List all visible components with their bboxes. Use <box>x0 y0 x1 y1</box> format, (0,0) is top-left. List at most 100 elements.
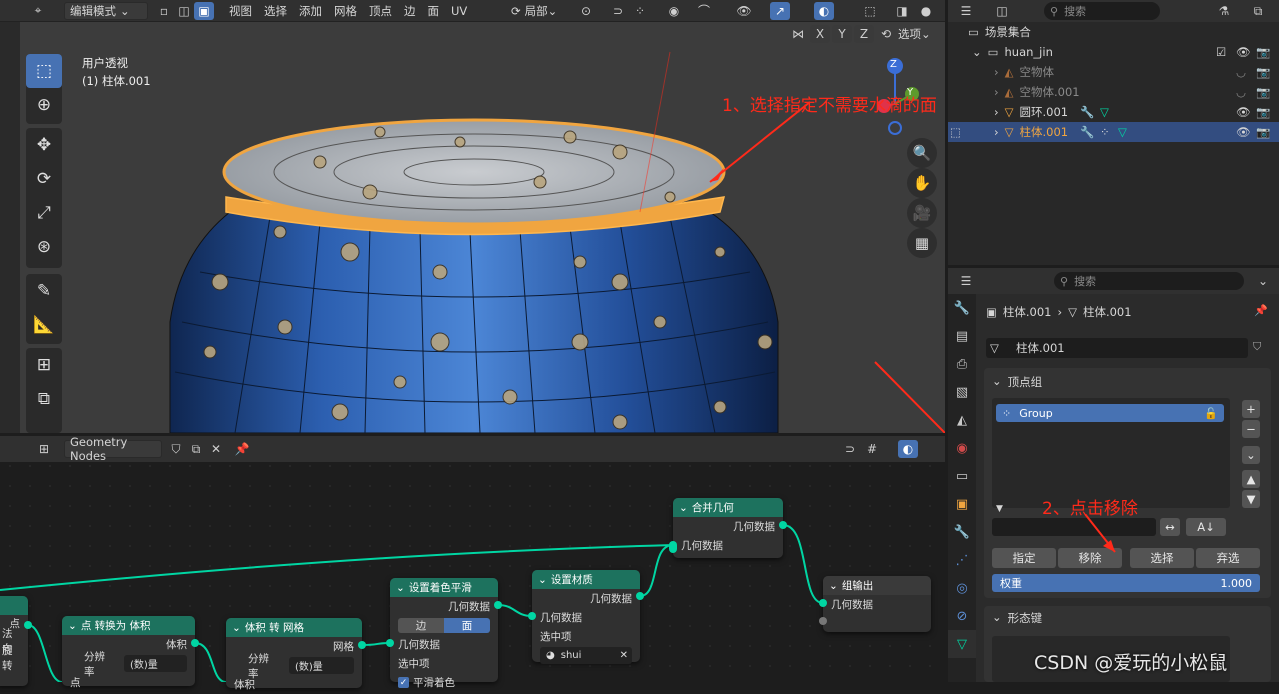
snap-target-icon[interactable]: # <box>862 440 882 458</box>
node-left-partial[interactable]: 点 法向 旋转 <box>0 596 28 686</box>
outliner-search[interactable]: ⚲ 搜索 <box>1044 2 1160 20</box>
properties-editor-icon[interactable]: ☰ <box>956 272 976 290</box>
camera-icon[interactable]: 📷 <box>1256 105 1270 119</box>
socket-dot[interactable] <box>494 601 502 609</box>
vertex-select-icon[interactable]: ▫ <box>154 2 174 20</box>
select-box-tool[interactable]: ⬚ <box>26 54 62 88</box>
eye-closed-icon[interactable]: ◡ <box>1236 85 1246 99</box>
cursor-tool[interactable]: ⊕ <box>26 88 62 122</box>
outliner-row-torus[interactable]: › ▽ 圆环.001 🔧 ▽ 👁 📷 <box>948 102 1279 122</box>
object-tab[interactable]: ▣ <box>948 490 976 518</box>
duplicate-icon[interactable]: ⧉ <box>186 440 206 458</box>
outliner-row-cylinder[interactable]: ⬚ › ▽ 柱体.001 🔧 ⁘ ▽ 👁 📷 <box>948 122 1279 142</box>
axis-y-toggle[interactable]: Y <box>832 25 852 43</box>
overlay-icon[interactable]: ◐ <box>898 440 918 458</box>
perspective-button[interactable]: ▦ <box>907 228 937 258</box>
face-select-icon[interactable]: ▣ <box>194 1 214 20</box>
node-set-material[interactable]: ⌄ 设置材质 几何数据 几何数据 选中项 ◕ shui ✕ <box>532 570 640 664</box>
pin-icon[interactable]: 📌 <box>232 440 252 458</box>
transform-tool[interactable]: ⊛ <box>26 230 62 264</box>
gizmo-icon[interactable]: ↗ <box>770 1 790 20</box>
deselect-button[interactable]: 弃选 <box>1196 548 1260 568</box>
menu-edge[interactable]: 边 <box>399 2 421 20</box>
material-field[interactable]: ◕ shui ✕ <box>540 647 632 664</box>
mesh-datablock-field[interactable]: ▽ 柱体.001 <box>986 338 1248 358</box>
node-volume-to-mesh[interactable]: ⌄ 体积 转 网格 网格 分辨率 (数)量 体积 <box>226 618 362 691</box>
annotate-tool[interactable]: ✎ <box>26 274 62 308</box>
socket-dot[interactable] <box>779 521 787 529</box>
outliner-row-empty-001[interactable]: › ◭ 空物体.001 ◡ 📷 <box>948 82 1279 102</box>
snap-icon[interactable]: ⊃ <box>840 440 860 458</box>
remove-group-button[interactable]: − <box>1242 420 1260 438</box>
pivot-icon[interactable]: ⊙ <box>576 2 596 20</box>
particles-tab[interactable]: ⋰ <box>948 546 976 574</box>
menu-face[interactable]: 面 <box>423 2 445 20</box>
editor-type-icon[interactable]: ⌖ <box>28 2 48 20</box>
pan-button[interactable]: ✋ <box>907 168 937 198</box>
assign-button[interactable]: 指定 <box>992 548 1056 568</box>
select-button[interactable]: 选择 <box>1130 548 1194 568</box>
resolution-select[interactable]: (数)量 <box>288 657 354 674</box>
tool-tab[interactable]: 🔧 <box>948 294 976 322</box>
fake-user-icon[interactable]: ⛉ <box>166 440 186 458</box>
world-tab[interactable]: ◉ <box>948 434 976 462</box>
checkbox-icon[interactable]: ✓ <box>398 677 409 688</box>
socket-dot[interactable] <box>386 639 394 647</box>
checkbox-icon[interactable]: ☑ <box>1216 45 1226 59</box>
menu-select[interactable]: 选择 <box>259 2 292 20</box>
falloff-icon[interactable]: ⌒ <box>694 2 714 20</box>
mirror-icon[interactable]: ⋈ <box>788 25 808 43</box>
shape-keys-header[interactable]: ⌄ 形态键 <box>992 610 1042 626</box>
close-icon[interactable]: ✕ <box>206 440 226 458</box>
eye-icon[interactable]: 👁 <box>1236 45 1251 59</box>
physics-tab[interactable]: ◎ <box>948 574 976 602</box>
new-collection-icon[interactable]: ⧉ <box>1248 2 1268 20</box>
mesh-data-tab[interactable]: ▽ <box>948 630 976 658</box>
outliner-row-empty[interactable]: › ◭ 空物体 ◡ 📷 <box>948 62 1279 82</box>
move-down-button[interactable]: ▼ <box>1242 490 1260 508</box>
scale-tool[interactable]: ⤢ <box>26 196 62 230</box>
group-filter-field[interactable] <box>992 518 1156 536</box>
shading-solid-icon[interactable]: ● <box>916 2 936 20</box>
menu-mesh[interactable]: 网格 <box>329 2 362 20</box>
eye-icon[interactable]: 👁 <box>1236 125 1251 139</box>
add-group-button[interactable]: + <box>1242 400 1260 418</box>
camera-icon[interactable]: 📷 <box>1256 85 1270 99</box>
add-cube-tool[interactable]: ⊞ <box>26 348 62 382</box>
outliner-editor-icon[interactable]: ☰ <box>956 2 976 20</box>
camera-icon[interactable]: 📷 <box>1256 125 1270 139</box>
vertex-group-row[interactable]: ⁘ Group 🔓 <box>996 404 1224 422</box>
pin-icon[interactable]: 📌 <box>1254 304 1268 317</box>
extrude-tool[interactable]: ⧉ <box>26 382 62 416</box>
vertex-groups-header[interactable]: ⌄ 顶点组 <box>992 374 1042 390</box>
display-mode-icon[interactable]: ◫ <box>992 2 1012 20</box>
lock-icon[interactable]: 🔓 <box>1204 407 1218 420</box>
menu-vertex[interactable]: 顶点 <box>364 2 397 20</box>
socket-dot[interactable] <box>528 612 536 620</box>
triangle-icon[interactable]: ▼ <box>996 504 1003 514</box>
mode-dropdown[interactable]: 编辑模式 ⌄ <box>64 1 148 20</box>
node-tree-name[interactable]: Geometry Nodes <box>64 435 162 463</box>
group-specials-button[interactable]: ⌄ <box>1242 446 1260 464</box>
socket-dot[interactable] <box>191 639 199 647</box>
fake-user-icon[interactable]: ⛉ <box>1253 340 1261 354</box>
measure-tool[interactable]: 📐 <box>26 308 62 342</box>
mesh-overlay-icon[interactable]: ⬚ <box>860 2 880 20</box>
outliner-row-scene[interactable]: ▭ 场景集合 <box>948 22 1279 42</box>
zoom-button[interactable]: 🔍 <box>907 138 937 168</box>
move-tool[interactable]: ✥ <box>26 128 62 162</box>
node-group-output[interactable]: ⌄ 组输出 几何数据 <box>823 576 931 632</box>
snap-icon[interactable]: ⊃ <box>608 2 628 20</box>
menu-uv[interactable]: UV <box>446 2 472 20</box>
socket-dot[interactable] <box>819 599 827 607</box>
output-tab[interactable]: ⎙ <box>948 350 976 378</box>
tab-face[interactable]: 面 <box>444 618 490 633</box>
overlay-icon[interactable]: ◐ <box>814 1 834 20</box>
edge-select-icon[interactable]: ◫ <box>174 2 194 20</box>
socket-dot[interactable] <box>669 541 677 553</box>
socket-dot[interactable] <box>636 592 644 600</box>
move-up-button[interactable]: ▲ <box>1242 470 1260 488</box>
rotate-tool[interactable]: ⟳ <box>26 162 62 196</box>
collection-tab[interactable]: ▭ <box>948 462 976 490</box>
node-join-geometry[interactable]: ⌄ 合并几何 几何数据 几何数据 <box>673 498 783 558</box>
